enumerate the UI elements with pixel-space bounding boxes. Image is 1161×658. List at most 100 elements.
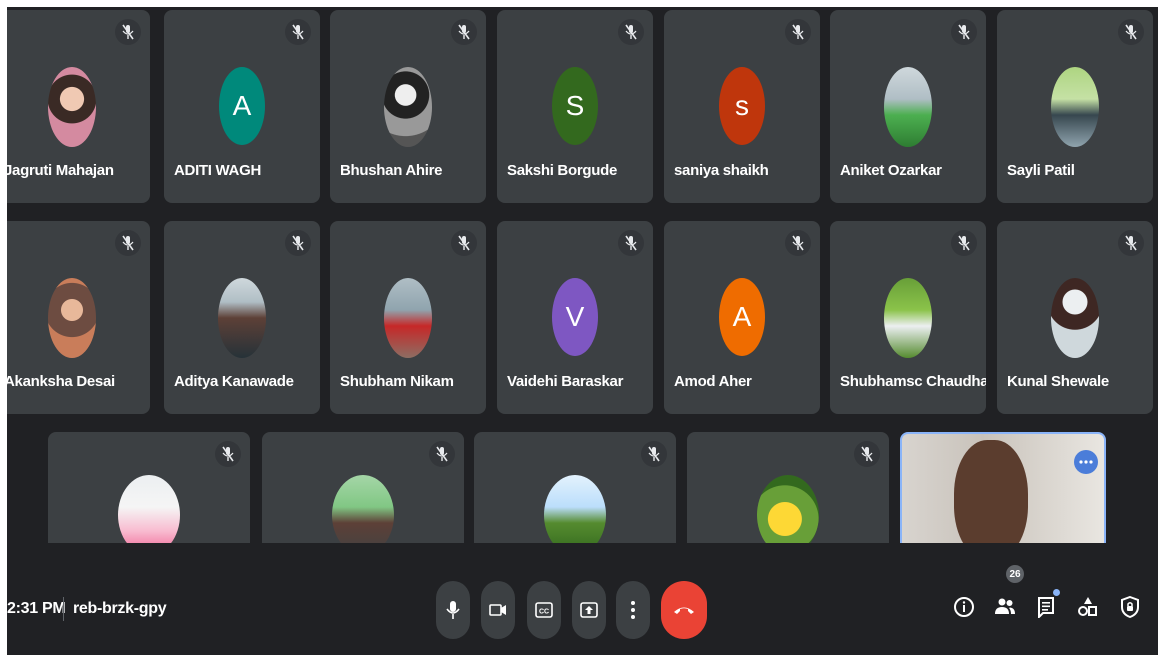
avatar	[384, 278, 432, 358]
mic-off-indicator	[429, 441, 455, 467]
more-horizontal-icon	[1079, 460, 1093, 464]
shield-lock-icon	[1121, 596, 1139, 618]
participant-tile[interactable]: Bhushan Ahire	[330, 10, 486, 203]
mic-off-icon	[792, 235, 804, 251]
participant-name: Shubham Nikam	[340, 373, 454, 390]
mic-off-indicator	[451, 19, 477, 45]
participant-name: ADITI WAGH	[174, 162, 261, 179]
participant-tile[interactable]: Sayli Patil	[997, 10, 1153, 203]
participant-tile[interactable]: Aniket Ozarkar	[830, 10, 986, 203]
mic-off-icon	[958, 24, 970, 40]
avatar	[48, 67, 96, 147]
info-icon	[954, 597, 974, 617]
self-video-person	[954, 440, 1028, 560]
present-icon	[580, 602, 598, 618]
camera-icon	[489, 604, 506, 616]
participant-tile[interactable]: Jagruti Mahajan	[7, 10, 150, 203]
mic-off-indicator	[618, 230, 644, 256]
avatar	[48, 278, 96, 358]
people-icon	[995, 598, 1015, 614]
mic-off-indicator	[785, 19, 811, 45]
meeting-code: reb-brzk-gpy	[73, 600, 167, 617]
mic-off-icon	[122, 24, 134, 40]
captions-icon: CC	[535, 602, 553, 618]
participant-name: Amod Aher	[674, 373, 752, 390]
participant-tile[interactable]: S Sakshi Borgude	[497, 10, 653, 203]
participant-name: Sakshi Borgude	[507, 162, 617, 179]
participant-name: Jagruti Mahajan	[7, 162, 114, 179]
mic-off-indicator	[115, 230, 141, 256]
participant-name: saniya shaikh	[674, 162, 769, 179]
participant-tile[interactable]: s saniya shaikh	[664, 10, 820, 203]
chat-unread-dot	[1053, 589, 1060, 596]
camera-button[interactable]	[481, 581, 515, 639]
avatar	[1051, 67, 1099, 147]
mic-off-icon	[458, 235, 470, 251]
present-button[interactable]	[572, 581, 606, 639]
mic-off-icon	[1125, 235, 1137, 251]
people-button[interactable]	[989, 591, 1021, 623]
microphone-icon	[446, 601, 460, 619]
participant-name: Kunal Shewale	[1007, 373, 1109, 390]
participant-name: Bhushan Ahire	[340, 162, 443, 179]
end-call-icon	[674, 607, 694, 614]
mic-off-indicator	[854, 441, 880, 467]
end-call-button[interactable]	[661, 581, 707, 639]
microphone-button[interactable]	[436, 581, 470, 639]
participant-name: Aniket Ozarkar	[840, 162, 942, 179]
meeting-window: Jagruti Mahajan A ADITI WAGH Bhushan Ahire S…	[7, 7, 1158, 655]
mic-off-indicator	[1118, 230, 1144, 256]
mic-off-icon	[122, 235, 134, 251]
avatar	[1051, 278, 1099, 358]
mic-off-icon	[625, 235, 637, 251]
participant-name: Aditya Kanawade	[174, 373, 294, 390]
mic-off-indicator	[1118, 19, 1144, 45]
divider	[63, 597, 64, 621]
mic-off-icon	[792, 24, 804, 40]
avatar: s	[719, 67, 765, 145]
participant-tile[interactable]: A ADITI WAGH	[164, 10, 320, 203]
mic-off-icon	[458, 24, 470, 40]
more-options-button[interactable]	[616, 581, 650, 639]
mic-off-indicator	[285, 230, 311, 256]
avatar: A	[719, 278, 765, 356]
chat-icon	[1038, 597, 1054, 618]
mic-off-indicator	[641, 441, 667, 467]
mic-off-icon	[625, 24, 637, 40]
activities-button[interactable]	[1072, 591, 1104, 623]
participant-tile[interactable]: Kunal Shewale	[997, 221, 1153, 414]
participant-tile[interactable]: Akanksha Desai	[7, 221, 150, 414]
mic-off-icon	[292, 235, 304, 251]
self-view-more-button[interactable]	[1074, 450, 1098, 474]
participant-tile[interactable]: Aditya Kanawade	[164, 221, 320, 414]
mic-off-icon	[222, 446, 234, 462]
participant-tile[interactable]: V Vaidehi Baraskar	[497, 221, 653, 414]
avatar	[884, 278, 932, 358]
participant-name: Shubhamsc Chaudhari	[840, 373, 986, 390]
more-options-icon	[631, 601, 635, 619]
mic-off-icon	[1125, 24, 1137, 40]
avatar: V	[552, 278, 598, 356]
participant-name: Sayli Patil	[1007, 162, 1075, 179]
mic-off-indicator	[951, 19, 977, 45]
mic-off-icon	[292, 24, 304, 40]
avatar: A	[219, 67, 265, 145]
captions-button[interactable]: CC	[527, 581, 561, 639]
participant-tile[interactable]: A Amod Aher	[664, 221, 820, 414]
participant-count-badge: 26	[1006, 565, 1024, 583]
meeting-time: 2:31 PM	[7, 600, 66, 617]
mic-off-indicator	[951, 230, 977, 256]
participant-tile[interactable]: Shubhamsc Chaudhari	[830, 221, 986, 414]
chat-button[interactable]	[1031, 591, 1063, 623]
bottom-control-bar: 2:31 PM reb-brzk-gpy CC 26	[7, 543, 1158, 655]
participant-name: Akanksha Desai	[7, 373, 115, 390]
host-controls-button[interactable]	[1114, 591, 1146, 623]
mic-off-icon	[648, 446, 660, 462]
avatar	[218, 278, 266, 358]
participant-tile[interactable]: Shubham Nikam	[330, 221, 486, 414]
mic-off-icon	[436, 446, 448, 462]
mic-off-indicator	[115, 19, 141, 45]
meeting-info-button[interactable]	[948, 591, 980, 623]
mic-off-indicator	[215, 441, 241, 467]
avatar	[384, 67, 432, 147]
